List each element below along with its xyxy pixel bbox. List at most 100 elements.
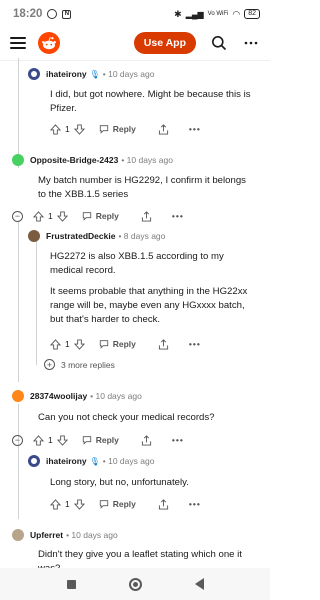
downvote-icon[interactable]: [73, 338, 85, 350]
reply-button[interactable]: Reply: [99, 124, 136, 134]
upvote-icon[interactable]: [50, 338, 61, 350]
upvote-icon[interactable]: [33, 210, 44, 222]
clock: 18:20: [13, 8, 43, 20]
microphone-icon: 🎙︎: [89, 456, 100, 466]
comment-author[interactable]: 28374woolijay: [30, 391, 87, 401]
thread-line: [18, 222, 19, 382]
comment-header: ihateirony 🎙︎ • 10 days ago: [28, 454, 154, 468]
comment-body: HG2272 is also XBB.1.5 according to my m…: [50, 251, 248, 325]
avatar[interactable]: [28, 230, 40, 242]
comment-body: My batch number is HG2292, I confirm it …: [38, 175, 246, 200]
vote-count: 1: [48, 435, 53, 445]
signal-icon: ▂▄▆: [185, 9, 204, 19]
more-options-button[interactable]: •••: [189, 339, 201, 349]
comment-author[interactable]: ihateirony: [46, 456, 87, 466]
more-vertical-icon[interactable]: [242, 34, 260, 52]
share-icon[interactable]: [141, 434, 152, 446]
comment-author[interactable]: ihateirony: [46, 69, 87, 79]
comment-header: Upferret • 10 days ago: [12, 528, 118, 542]
reply-button[interactable]: Reply: [82, 211, 119, 221]
comment-header: Opposite-Bridge-2423 • 10 days ago: [12, 153, 173, 167]
comment-header: FrustratedDeckie • 8 days ago: [28, 229, 165, 243]
share-icon[interactable]: [158, 498, 169, 510]
comment-time: • 10 days ago: [66, 530, 118, 540]
reply-icon: [82, 212, 91, 221]
upvote-icon[interactable]: [33, 434, 44, 446]
downvote-icon[interactable]: [56, 210, 68, 222]
reply-icon: [99, 500, 108, 509]
use-app-button[interactable]: Use App: [133, 32, 196, 54]
comment-author[interactable]: FrustratedDeckie: [46, 231, 115, 241]
comment-author[interactable]: Upferret: [30, 530, 63, 540]
avatar[interactable]: [28, 68, 40, 80]
more-replies-label: 3 more replies: [61, 359, 115, 370]
system-navigation-bar: [0, 568, 270, 600]
comment-time: • 10 days ago: [90, 391, 142, 401]
comment-body: Didn't they give you a leaflet stating w…: [38, 549, 242, 568]
vowifi-label: Vo WiFi: [207, 11, 229, 17]
share-icon[interactable]: [141, 210, 152, 222]
comment-author[interactable]: Opposite-Bridge-2423: [30, 155, 118, 165]
battery-icon: 82: [244, 9, 260, 19]
comment-actions: 1 Reply •••: [50, 497, 201, 511]
home-button[interactable]: [128, 577, 142, 591]
avatar[interactable]: [12, 529, 24, 541]
comment-actions: − 1 Reply •••: [12, 209, 184, 223]
reply-button[interactable]: Reply: [99, 499, 136, 509]
downvote-icon[interactable]: [56, 434, 68, 446]
comment-body: Long story, but no, unfortunately.: [50, 477, 189, 488]
comment-time: • 10 days ago: [102, 456, 155, 466]
reply-icon: [99, 340, 108, 349]
thread-line: [18, 404, 19, 519]
whatsapp-icon: [47, 9, 58, 19]
avatar[interactable]: [12, 154, 24, 166]
comment-body: I did, but got nowhere. Might be because…: [50, 89, 251, 114]
avatar[interactable]: [12, 390, 24, 402]
collapse-button[interactable]: −: [12, 434, 23, 446]
comment-header: 28374woolijay • 10 days ago: [12, 389, 142, 403]
vote-count: 1: [65, 499, 70, 509]
wifi-icon: ◠: [232, 8, 241, 19]
comment-time: • 10 days ago: [121, 155, 173, 165]
comment-actions: 1 Reply •••: [50, 337, 201, 351]
comment-actions: 1 Reply •••: [50, 122, 201, 136]
thread-line: [18, 58, 19, 168]
downvote-icon[interactable]: [73, 498, 85, 510]
more-options-button[interactable]: •••: [172, 435, 184, 445]
collapse-button[interactable]: −: [12, 210, 23, 222]
comment-time: • 8 days ago: [118, 231, 166, 241]
bluetooth-icon: ✱: [174, 8, 182, 19]
comment-time: • 10 days ago: [102, 69, 155, 79]
more-options-button[interactable]: •••: [189, 499, 201, 509]
reply-button[interactable]: Reply: [99, 339, 136, 349]
header-divider: [0, 60, 270, 61]
back-button[interactable]: [194, 578, 204, 590]
app-header: Use App: [0, 28, 270, 58]
hamburger-menu-icon[interactable]: [10, 37, 26, 49]
reply-icon: [99, 125, 108, 134]
thread-line: [36, 240, 37, 365]
microphone-icon: 🎙︎: [89, 69, 100, 79]
more-options-button[interactable]: •••: [172, 211, 184, 221]
more-replies-button[interactable]: + 3 more replies: [44, 359, 115, 370]
share-icon[interactable]: [158, 123, 169, 135]
more-options-button[interactable]: •••: [189, 124, 201, 134]
downvote-icon[interactable]: [73, 123, 85, 135]
n-icon: N: [62, 9, 72, 19]
reddit-logo-icon[interactable]: [38, 32, 60, 54]
plus-icon: +: [44, 359, 55, 370]
search-icon[interactable]: [210, 34, 228, 52]
upvote-icon[interactable]: [50, 123, 61, 135]
vote-count: 1: [65, 339, 70, 349]
recent-apps-button[interactable]: [66, 579, 76, 589]
reply-button[interactable]: Reply: [82, 435, 119, 445]
comment-body: Can you not check your medical records?: [38, 412, 215, 423]
reply-icon: [82, 436, 91, 445]
avatar[interactable]: [28, 455, 40, 467]
share-icon[interactable]: [158, 338, 169, 350]
upvote-icon[interactable]: [50, 498, 61, 510]
comment-header: ihateirony 🎙︎ • 10 days ago: [28, 67, 154, 81]
status-bar: 18:20 N ✱ ▂▄▆ Vo WiFi ◠ 82: [0, 0, 270, 28]
vote-count: 1: [48, 211, 53, 221]
comment-actions: − 1 Reply •••: [12, 433, 184, 447]
